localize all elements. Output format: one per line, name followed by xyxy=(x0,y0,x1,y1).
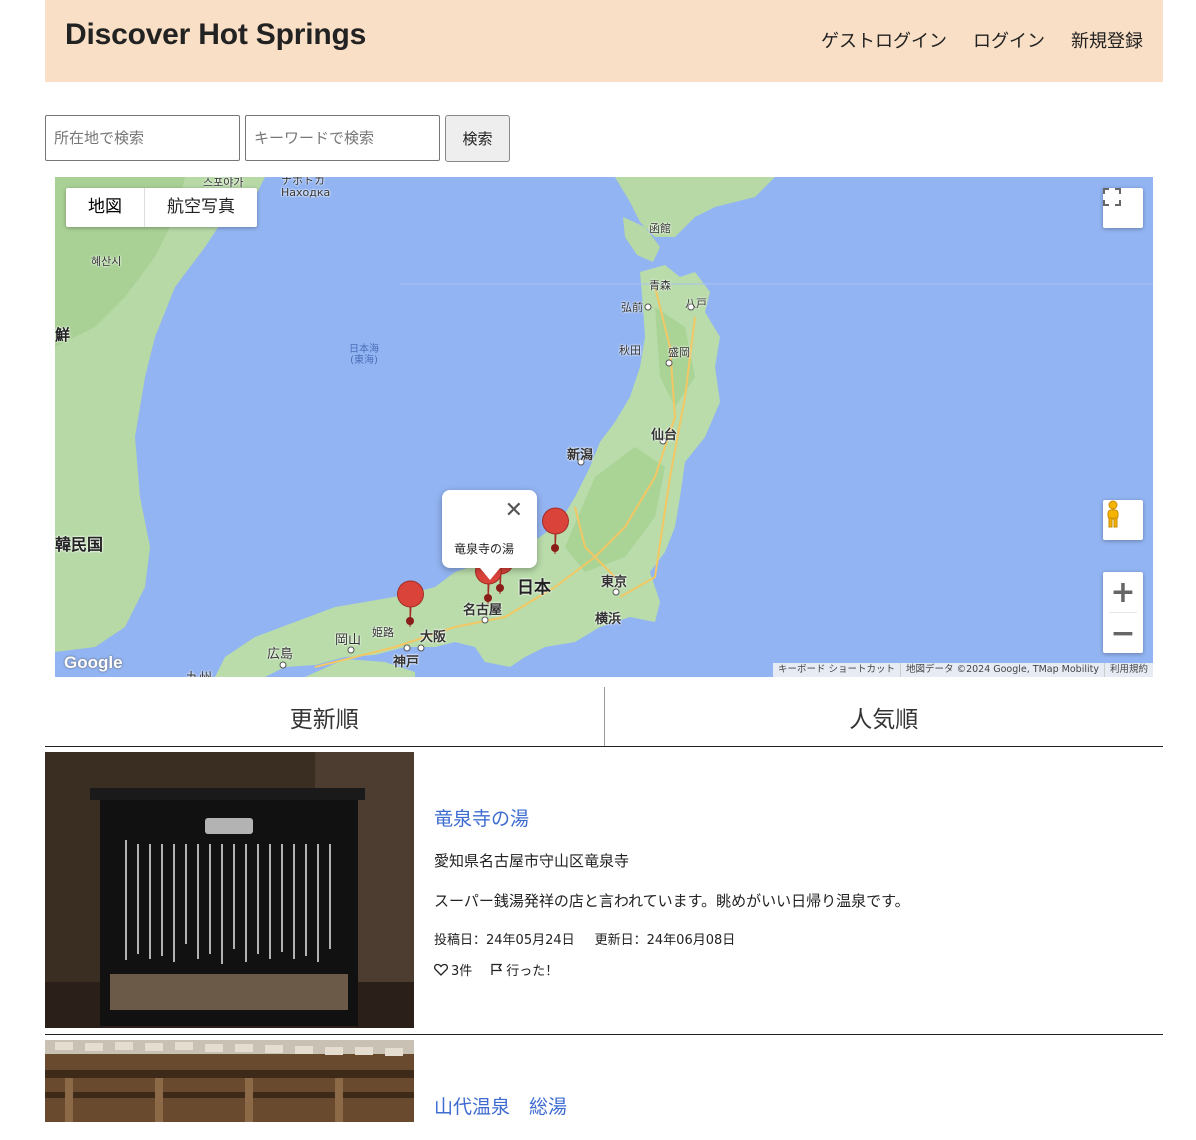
updated-date: 更新日：24年06月08日 xyxy=(594,933,736,948)
map-label: 弘前 xyxy=(621,301,643,314)
tab-popular[interactable]: 人気順 xyxy=(603,687,1164,746)
flag-icon xyxy=(491,963,503,975)
header-nav: ゲストログイン ログイン 新規登録 xyxy=(821,27,1143,53)
like-count: 3件 xyxy=(451,964,473,979)
keyboard-shortcuts-link[interactable]: キーボード ショートカット xyxy=(773,663,900,677)
keyword-search-input[interactable] xyxy=(245,115,440,161)
terms-link[interactable]: 利用規約 xyxy=(1103,663,1153,677)
guest-login-link[interactable]: ゲストログイン xyxy=(821,27,947,53)
post-meta: 3件 行った！ xyxy=(434,960,558,979)
map-label: 秋田 xyxy=(619,344,641,357)
map-label: 日本 xyxy=(517,578,551,598)
map-label: 神戸 xyxy=(393,655,420,670)
login-link[interactable]: ログイン xyxy=(973,27,1045,53)
map-label: 青森 xyxy=(649,279,671,292)
map-label: 韓民国 xyxy=(55,535,104,554)
map-label: ナホトカ Находка xyxy=(281,177,331,199)
map-label: 鮮 xyxy=(55,326,71,344)
search-bar: 検索 xyxy=(45,115,510,162)
map-label: 広島 xyxy=(267,647,294,662)
map-type-roadmap-button[interactable]: 地図 xyxy=(66,188,145,227)
brand-title[interactable]: Discover Hot Springs xyxy=(65,18,366,52)
fullscreen-icon[interactable] xyxy=(1103,188,1143,228)
map-label: 岡山 xyxy=(335,633,362,648)
location-search-input[interactable] xyxy=(45,115,240,161)
map-label: 東京 xyxy=(601,575,628,590)
like-button[interactable]: 3件 xyxy=(434,960,472,979)
heart-icon xyxy=(434,963,448,976)
map-label: 姫路 xyxy=(372,626,394,639)
post-thumbnail[interactable] xyxy=(45,752,414,1028)
search-button[interactable]: 検索 xyxy=(445,115,510,162)
map-label: 盛岡 xyxy=(668,346,690,359)
street-view-pegman-icon[interactable] xyxy=(1103,500,1143,540)
post-title[interactable]: 竜泉寺の湯 xyxy=(434,804,529,831)
post-card: 竜泉寺の湯 愛知県名古屋市守山区竜泉寺 スーパー銭湯発祥の店と言われています。眺… xyxy=(45,752,1163,1035)
map-type-satellite-button[interactable]: 航空写真 xyxy=(145,188,257,227)
map-label: 八戸 xyxy=(685,297,707,310)
post-description: スーパー銭湯発祥の店と言われています。眺めがいい日帰り温泉です。 xyxy=(434,892,910,910)
post-dates: 投稿日：24年05月24日 更新日：24年06月08日 xyxy=(434,929,735,948)
close-icon[interactable]: ✕ xyxy=(505,498,523,523)
site-header: Discover Hot Springs ゲストログイン ログイン 新規登録 xyxy=(45,0,1163,82)
post-address: 愛知県名古屋市守山区竜泉寺 xyxy=(434,852,630,870)
map-label: 九州 xyxy=(186,667,212,677)
post-card: 山代温泉 総湯 xyxy=(45,1040,1163,1140)
info-window-text[interactable]: 竜泉寺の湯 xyxy=(454,540,514,557)
post-title[interactable]: 山代温泉 総湯 xyxy=(434,1092,567,1119)
posted-date: 投稿日：24年05月24日 xyxy=(434,933,575,948)
map-label: 名古屋 xyxy=(463,603,503,618)
map-label: 新潟 xyxy=(567,448,594,463)
zoom-control: + − xyxy=(1103,572,1143,653)
map-attribution: キーボード ショートカット 地図データ ©2024 Google, TMap M… xyxy=(773,663,1153,677)
map-canvas xyxy=(55,177,1153,677)
map[interactable]: 스포야가 ナホトカ Находка 혜산시 鮮 韓民国 日本海 (東海) 函館 … xyxy=(55,177,1153,677)
map-label: 혜산시 xyxy=(91,255,122,268)
map-label: 仙台 xyxy=(651,428,678,443)
map-info-window: ✕ 竜泉寺の湯 xyxy=(442,490,537,580)
map-label: 大阪 xyxy=(420,630,447,645)
zoom-in-button[interactable]: + xyxy=(1103,572,1143,612)
google-logo: Google xyxy=(64,653,123,672)
signup-link[interactable]: 新規登録 xyxy=(1071,27,1143,53)
map-label: 横浜 xyxy=(595,612,622,627)
map-data-text: 地図データ ©2024 Google, TMap Mobility xyxy=(900,663,1104,677)
zoom-out-button[interactable]: − xyxy=(1103,613,1143,653)
visited-label: 行った！ xyxy=(506,964,559,979)
map-label: 日本海 (東海) xyxy=(349,344,379,366)
post-thumbnail[interactable] xyxy=(45,1040,414,1122)
map-label: 函館 xyxy=(649,222,671,235)
visited-button[interactable]: 行った！ xyxy=(490,960,558,979)
sort-tabs: 更新順 人気順 xyxy=(45,687,1163,747)
tab-updated[interactable]: 更新順 xyxy=(45,687,604,746)
map-type-control: 地図 航空写真 xyxy=(66,188,257,227)
